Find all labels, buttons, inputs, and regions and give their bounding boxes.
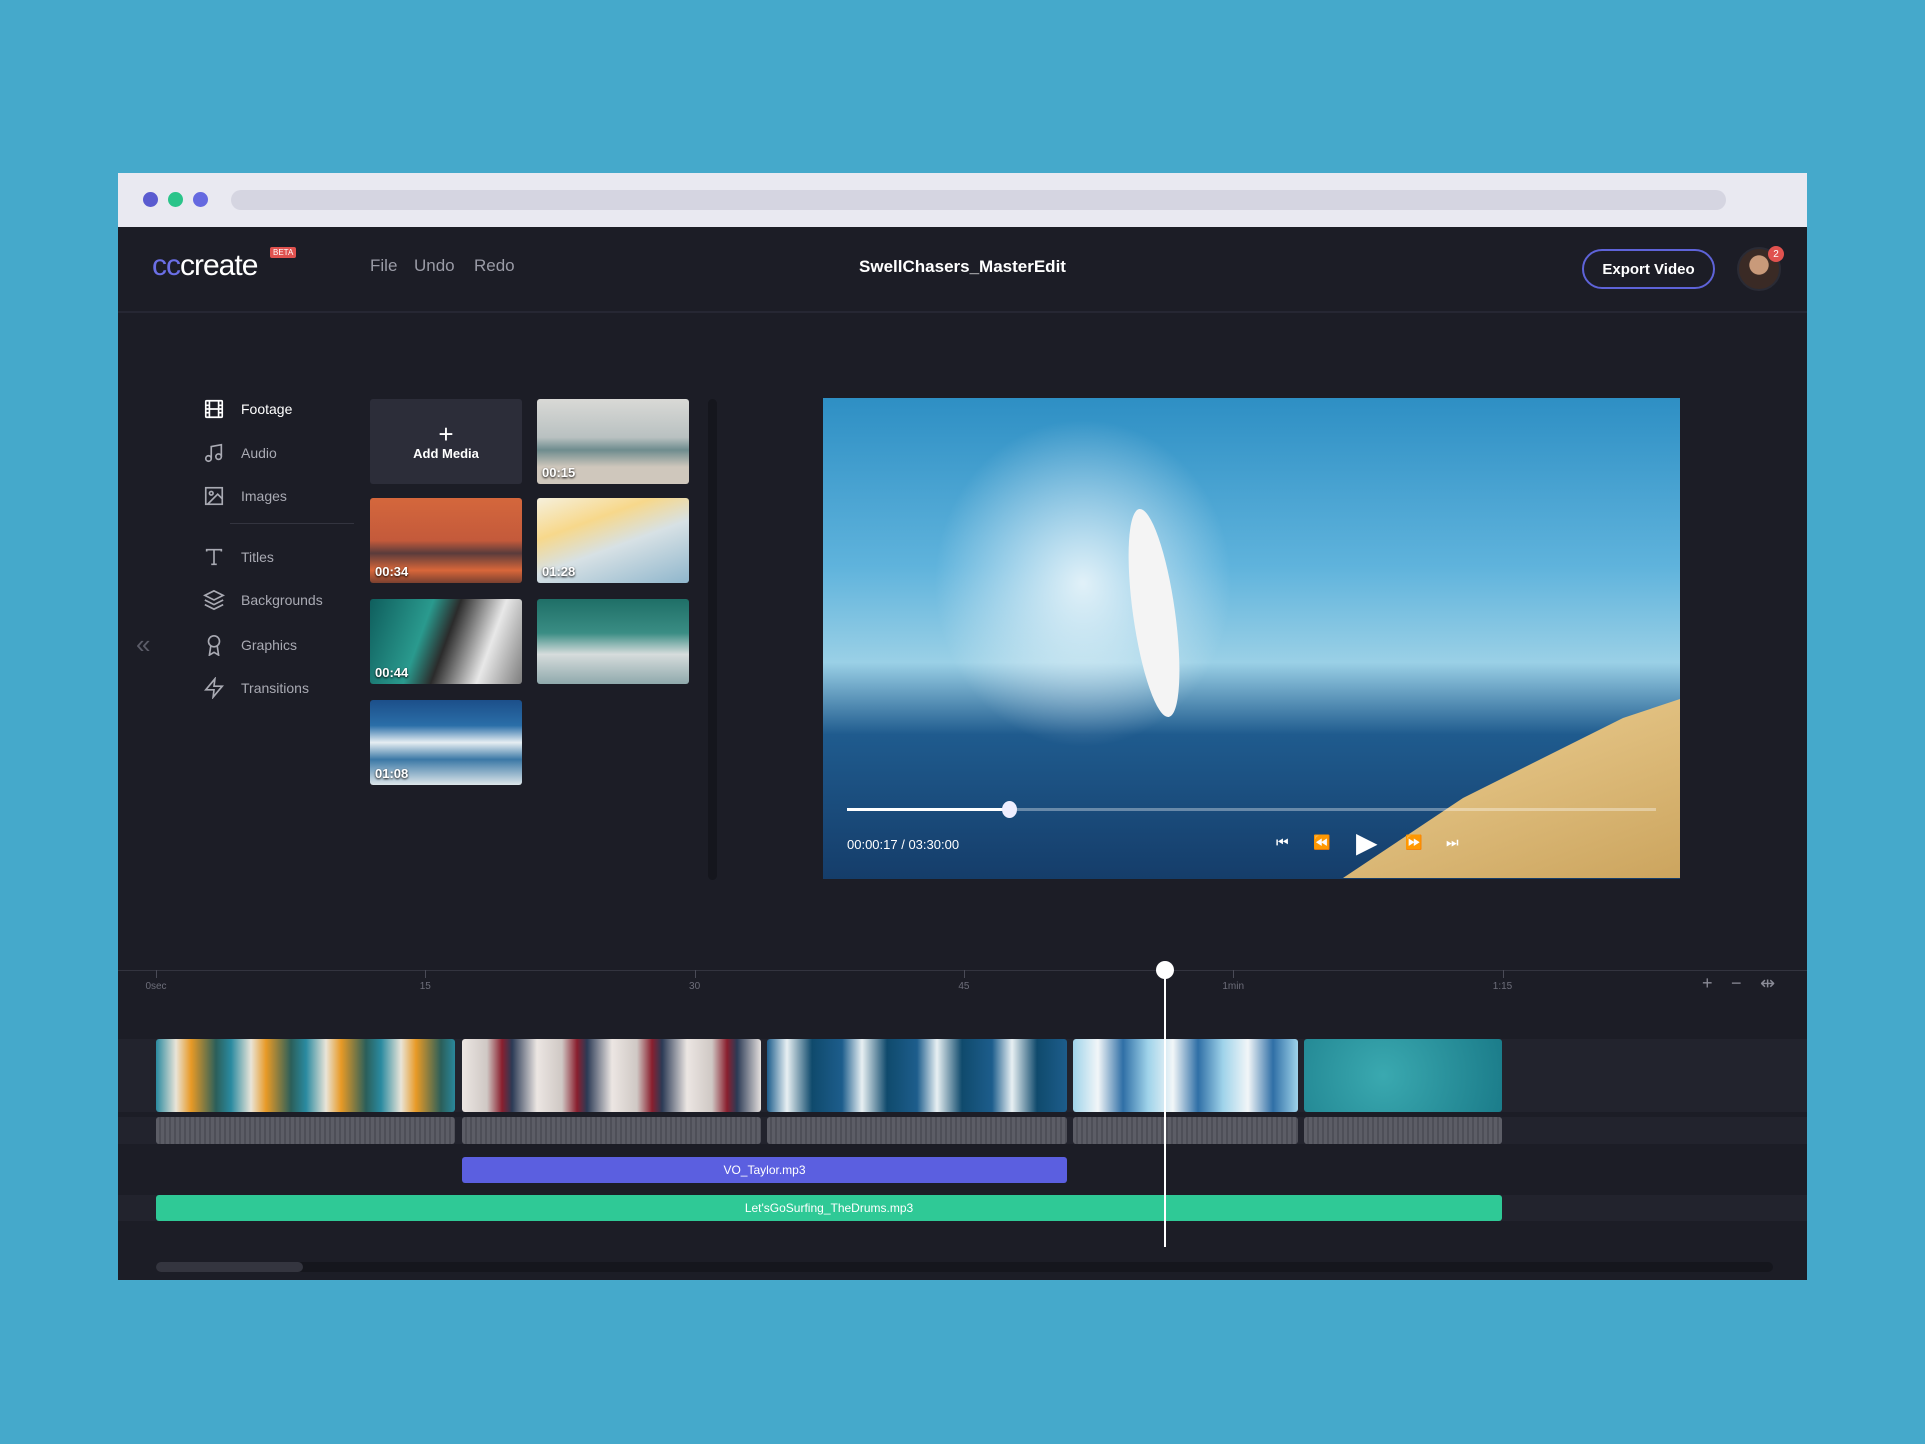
media-thumbnail[interactable]: 01:08 [370, 700, 522, 785]
clip-audio[interactable] [767, 1117, 1067, 1144]
media-thumbnail[interactable]: 00:34 [370, 498, 522, 583]
media-duration: 00:15 [542, 465, 576, 480]
video-clip[interactable] [156, 1039, 455, 1112]
seek-handle[interactable] [1001, 801, 1017, 818]
ruler-label: 1:15 [1492, 981, 1513, 992]
media-duration: 00:44 [375, 665, 409, 680]
playhead[interactable] [1164, 970, 1166, 1247]
address-bar[interactable] [231, 190, 1726, 210]
zoom-out-icon[interactable]: − [1731, 973, 1742, 994]
text-icon [205, 548, 223, 566]
ruler-label: 30 [689, 981, 701, 992]
media-thumbnail[interactable] [537, 599, 689, 684]
video-clip[interactable] [462, 1039, 761, 1112]
video-clip[interactable] [1304, 1039, 1502, 1112]
award-icon [207, 635, 221, 656]
time-readout: 00:00:17 / 03:30:00 [847, 837, 960, 852]
seek-fill [847, 808, 1009, 811]
music-label: Let'sGoSurfing_TheDrums.mp3 [744, 1201, 914, 1215]
project-title: SwellChasers_MasterEdit [859, 257, 1066, 276]
sidebar-label: Audio [241, 445, 277, 461]
sidebar-item-backgrounds[interactable]: Backgrounds [203, 585, 323, 615]
notification-badge: 2 [1768, 246, 1784, 262]
sidebar-label: Footage [241, 401, 293, 417]
ruler-label: 1min [1222, 981, 1245, 992]
sidebar-item-graphics[interactable]: Graphics [203, 630, 297, 660]
film-icon [204, 399, 224, 419]
ruler-label: 45 [958, 981, 970, 992]
media-duration: 01:08 [375, 766, 409, 781]
timeline-scroll-thumb[interactable] [156, 1262, 303, 1272]
collapse-sidebar-icon[interactable]: « [136, 629, 150, 660]
playhead-handle[interactable] [1156, 961, 1174, 979]
media-thumbnail[interactable]: 00:44 [370, 599, 522, 684]
browser-titlebar [118, 173, 1807, 227]
media-duration: 01:28 [542, 564, 576, 579]
clip-audio[interactable] [462, 1117, 761, 1144]
wave-spray [933, 418, 1233, 748]
clip-audio[interactable] [1304, 1117, 1502, 1144]
sidebar-item-footage[interactable]: Footage [203, 394, 292, 424]
window-dot-minimize[interactable] [168, 192, 183, 207]
music-clip[interactable]: Let'sGoSurfing_TheDrums.mp3 [156, 1195, 1502, 1221]
window-dot-close[interactable] [143, 192, 158, 207]
cliff [1343, 678, 1680, 878]
app-header: cccreate BETA File Undo Redo SwellChaser… [118, 227, 1807, 313]
sidebar-item-audio[interactable]: Audio [203, 438, 277, 468]
sidebar-item-transitions[interactable]: Transitions [203, 673, 309, 703]
ruler-tick [694, 970, 696, 978]
sidebar-item-titles[interactable]: Titles [203, 542, 274, 572]
sidebar-label: Titles [241, 549, 274, 565]
ruler-tick [1233, 970, 1235, 978]
add-media-label: Add Media [413, 446, 479, 461]
voiceover-clip[interactable]: VO_Taylor.mp3 [462, 1157, 1067, 1183]
add-media-button[interactable]: + Add Media [370, 399, 522, 484]
export-video-button[interactable]: Export Video [1582, 249, 1715, 289]
video-clip[interactable] [767, 1039, 1067, 1112]
media-thumbnail[interactable]: 01:28 [537, 498, 689, 583]
clip-audio[interactable] [156, 1117, 455, 1144]
window-dot-maximize[interactable] [193, 192, 208, 207]
zoom-in-icon[interactable]: + [1702, 973, 1713, 994]
sidebar-label: Backgrounds [241, 592, 323, 608]
media-scrollbar[interactable] [708, 399, 717, 880]
ruler-tick [156, 970, 157, 978]
fast-forward-icon[interactable]: ⏩ [1405, 834, 1422, 851]
ruler-tick [963, 970, 965, 978]
skip-back-icon[interactable]: ⏮ [1276, 834, 1289, 851]
ruler-tick [1502, 970, 1504, 978]
video-preview[interactable]: 00:00:17 / 03:30:00 ⏮ ⏪ ▶ ⏩ ⏭ 🔈︎ ⤢ [823, 398, 1680, 879]
rewind-icon[interactable]: ⏪ [1313, 834, 1330, 851]
app-window: cccreate BETA File Undo Redo SwellChaser… [118, 173, 1807, 1280]
sidebar-divider [230, 523, 354, 524]
skip-forward-icon[interactable]: ⏭ [1446, 834, 1459, 851]
sidebar-label: Graphics [241, 637, 298, 653]
clip-audio[interactable] [1073, 1117, 1298, 1144]
play-icon[interactable]: ▶ [1356, 826, 1378, 859]
video-clip[interactable] [1073, 1039, 1298, 1112]
image-icon [204, 486, 224, 506]
media-duration: 00:34 [375, 564, 409, 579]
timeline-scrollbar[interactable] [156, 1262, 1773, 1272]
sidebar-label: Transitions [241, 680, 309, 696]
layers-icon [203, 589, 225, 611]
sidebar-item-images[interactable]: Images [203, 481, 287, 511]
sidebar-label: Images [241, 488, 287, 504]
voiceover-label: VO_Taylor.mp3 [723, 1163, 806, 1177]
media-thumbnail[interactable]: 00:15 [537, 399, 689, 484]
lightning-icon [203, 677, 225, 699]
fit-timeline-icon[interactable]: ⇹ [1760, 973, 1775, 994]
plus-icon: + [438, 419, 454, 449]
ruler-label: 0sec [145, 981, 167, 992]
ruler-line [118, 970, 1807, 971]
ruler-tick [425, 970, 427, 978]
music-note-icon [204, 443, 223, 463]
ruler-label: 15 [419, 981, 431, 992]
